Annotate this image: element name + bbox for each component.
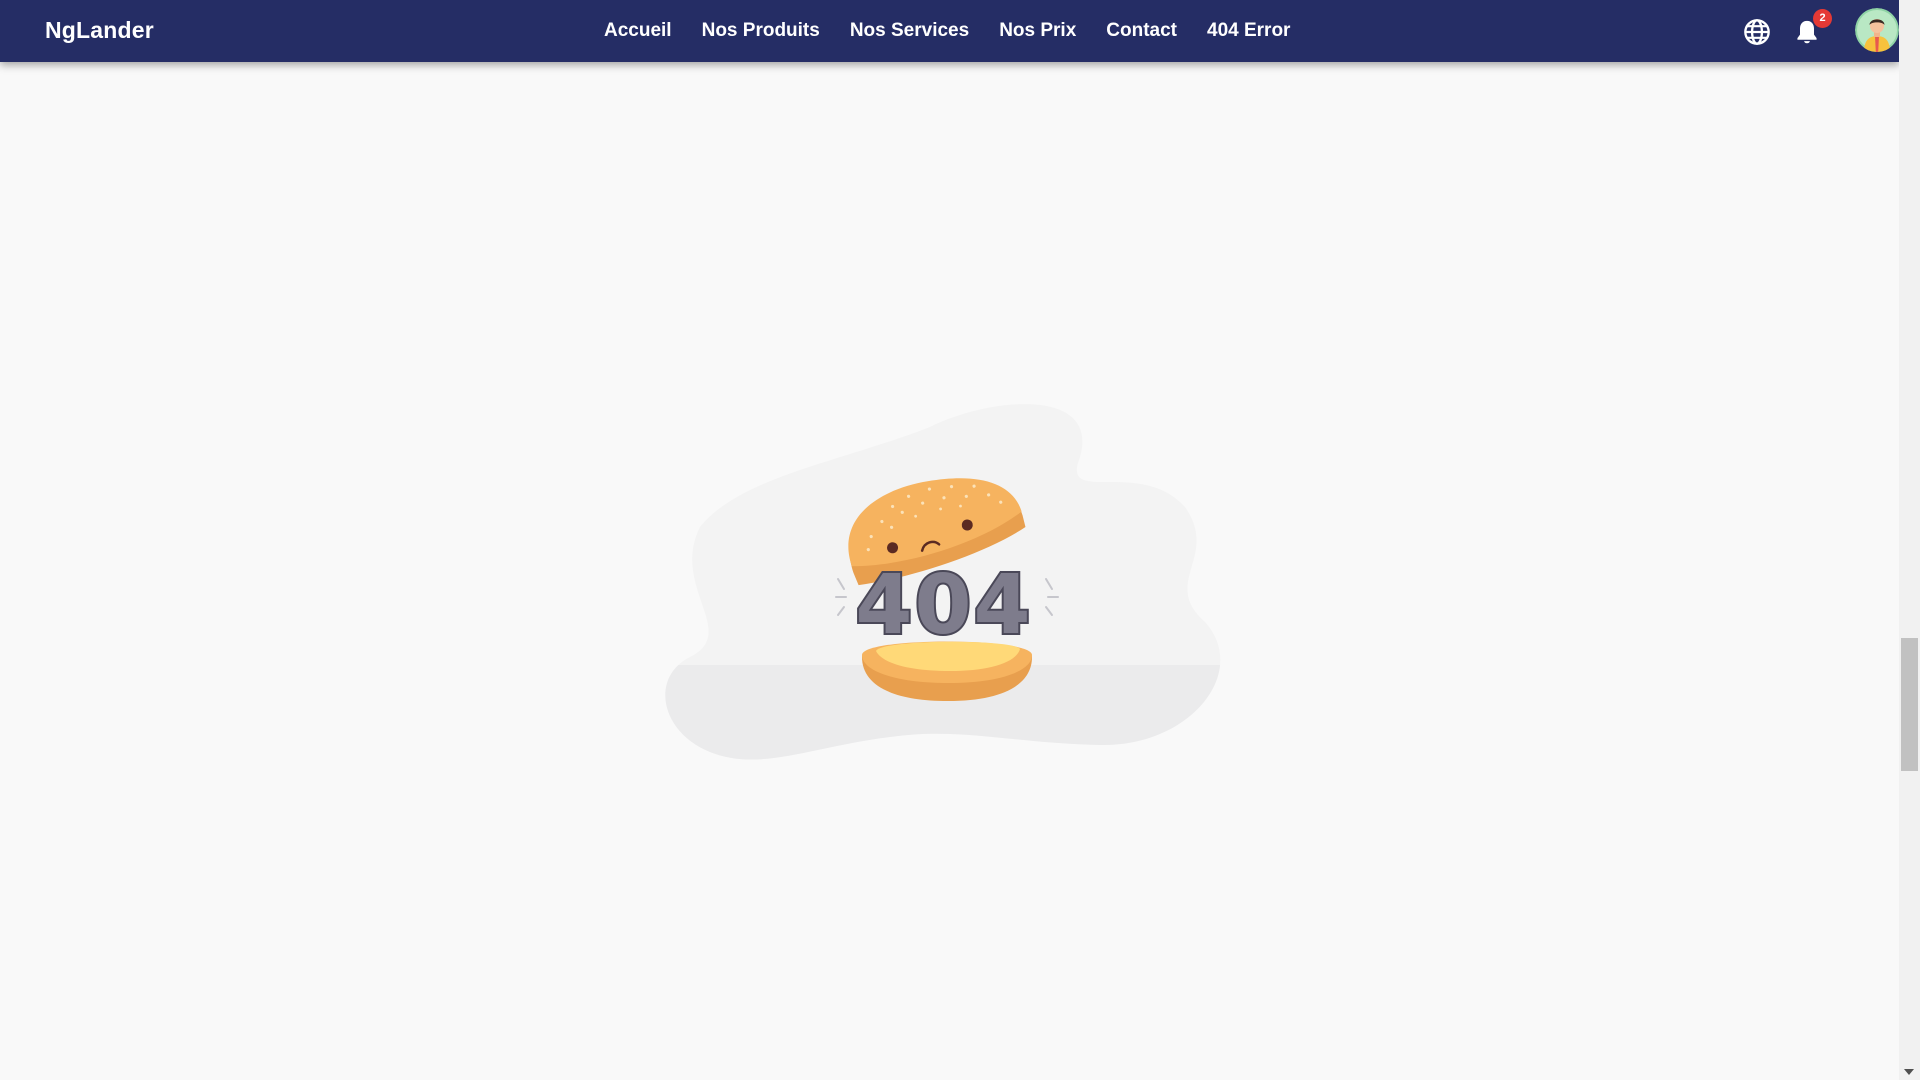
nav-link-404-error[interactable]: 404 Error xyxy=(1207,20,1290,42)
nav-link-accueil[interactable]: Accueil xyxy=(604,20,672,42)
brand-logo[interactable]: NgLander xyxy=(45,17,154,44)
scrollbar-thumb[interactable] xyxy=(1901,638,1918,771)
notification-badge: 2 xyxy=(1813,9,1832,28)
main-content: 404 xyxy=(0,62,1899,1080)
top-navbar: NgLander Accueil Nos Produits Nos Servic… xyxy=(0,0,1899,62)
error-code-text: 404 xyxy=(855,558,1032,653)
error-404-illustration: 404 xyxy=(665,404,1221,760)
nav-link-contact[interactable]: Contact xyxy=(1106,20,1177,42)
nav-link-nos-services[interactable]: Nos Services xyxy=(850,20,969,42)
vertical-scrollbar[interactable] xyxy=(1899,0,1920,1080)
scroll-down-arrow-icon[interactable] xyxy=(1904,1069,1914,1075)
nav-menu: Accueil Nos Produits Nos Services Nos Pr… xyxy=(604,0,1290,62)
avatar[interactable] xyxy=(1855,8,1899,52)
nav-link-nos-produits[interactable]: Nos Produits xyxy=(702,20,820,42)
nav-link-nos-prix[interactable]: Nos Prix xyxy=(999,20,1076,42)
globe-icon[interactable] xyxy=(1743,18,1771,46)
avatar-image xyxy=(1855,8,1899,52)
